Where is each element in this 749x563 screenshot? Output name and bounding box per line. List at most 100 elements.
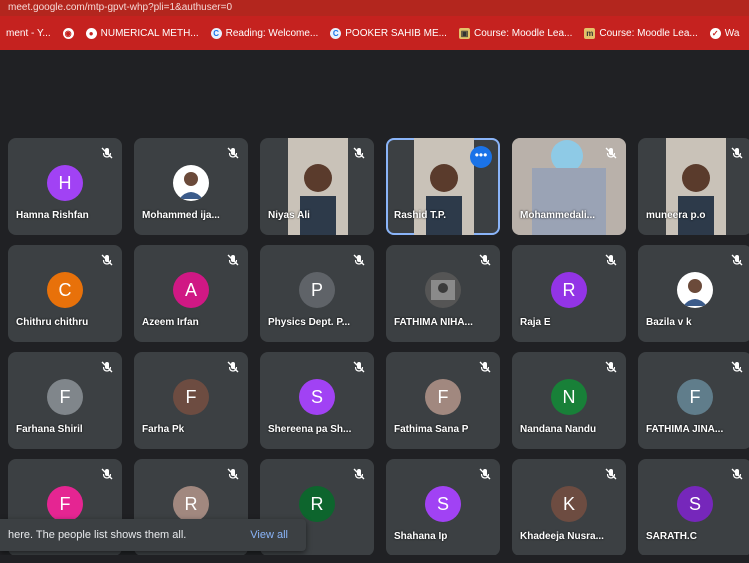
- participant-photo: [677, 271, 713, 308]
- participant-tile[interactable]: A Azeem Irfan: [134, 245, 248, 342]
- participant-tile[interactable]: Bazila v k: [638, 245, 749, 342]
- bookmark-label: Course: Moodle Lea...: [599, 27, 698, 39]
- participant-tile[interactable]: R Raja E: [512, 245, 626, 342]
- bookmark-item[interactable]: ◉: [62, 27, 74, 39]
- address-bar[interactable]: meet.google.com/mtp-gpvt-whp?pli=1&authu…: [0, 0, 749, 16]
- avatar-initial: S: [310, 386, 323, 407]
- mic-off-icon: [352, 146, 366, 160]
- participant-tile[interactable]: S SARATH.C: [638, 459, 749, 556]
- participant-name: Azeem Irfan: [142, 317, 199, 328]
- participant-tile[interactable]: F FATHIMA JINA...: [638, 352, 749, 449]
- c-icon: C: [330, 27, 342, 39]
- participant-avatar: C: [47, 271, 83, 308]
- moodle-icon: ▣: [458, 27, 470, 39]
- mic-off-icon: [730, 360, 744, 374]
- participant-avatar: K: [551, 485, 587, 522]
- avatar-initial: R: [310, 493, 324, 514]
- participant-name: Shereena pa Sh...: [268, 424, 352, 435]
- participant-photo: [425, 271, 461, 308]
- mic-off-icon: [478, 467, 492, 481]
- mic-off-icon: [100, 146, 114, 160]
- bookmark-item[interactable]: ▣ Course: Moodle Lea...: [458, 27, 573, 39]
- globe-icon: ◉: [62, 27, 74, 39]
- participant-avatar: F: [173, 378, 209, 415]
- site-icon: ●: [85, 27, 97, 39]
- participant-tile[interactable]: N Nandana Nandu: [512, 352, 626, 449]
- meeting-top-area: [0, 50, 749, 136]
- participant-avatar: F: [47, 485, 83, 522]
- avatar-initial: F: [437, 386, 449, 407]
- participant-tile[interactable]: C Chithru chithru: [8, 245, 122, 342]
- bookmark-label: NUMERICAL METH...: [100, 27, 199, 39]
- mic-off-icon: [604, 253, 618, 267]
- bookmark-item[interactable]: ment - Y...: [6, 28, 51, 39]
- mic-off-icon: [226, 253, 240, 267]
- bookmark-item[interactable]: ✓ Wa: [709, 27, 740, 39]
- mic-off-icon: [352, 467, 366, 481]
- participant-tile[interactable]: FATHIMA NIHA...: [386, 245, 500, 342]
- bookmark-item[interactable]: m Course: Moodle Lea...: [584, 27, 698, 39]
- bookmark-label: Wa: [724, 27, 740, 39]
- mic-off-icon: [352, 360, 366, 374]
- participant-avatar: F: [677, 378, 713, 415]
- participant-tile[interactable]: S Shereena pa Sh...: [260, 352, 374, 449]
- participant-tile[interactable]: F Fathima Sana P: [386, 352, 500, 449]
- participant-photo: [173, 164, 209, 201]
- participant-tile[interactable]: F Farhana Shiril: [8, 352, 122, 449]
- avatar-initial: K: [562, 493, 575, 514]
- participant-name: Niyas Ali: [268, 210, 310, 221]
- moodle-icon: m: [584, 27, 596, 39]
- bookmark-item[interactable]: C POOKER SAHIB ME...: [330, 27, 447, 39]
- avatar-initial: R: [184, 493, 198, 514]
- people-list-toast: here. The people list shows them all. Vi…: [0, 519, 306, 551]
- bookmark-label: Course: Moodle Lea...: [473, 27, 573, 39]
- mic-off-icon: [604, 467, 618, 481]
- participant-tile[interactable]: K Khadeeja Nusra...: [512, 459, 626, 556]
- participant-avatar: F: [47, 378, 83, 415]
- mic-off-icon: [100, 253, 114, 267]
- participant-name: FATHIMA JINA...: [646, 424, 724, 435]
- more-options-icon[interactable]: •••: [470, 146, 492, 168]
- participant-name: FATHIMA NIHA...: [394, 317, 473, 328]
- avatar-initial: P: [310, 279, 323, 300]
- participant-name: Chithru chithru: [16, 317, 89, 328]
- mic-off-icon: [604, 360, 618, 374]
- participant-tile[interactable]: Mohammed ija...: [134, 138, 248, 235]
- participant-name: Physics Dept. P...: [268, 317, 351, 328]
- bookmark-icon: ✓: [709, 27, 721, 39]
- avatar-initial: F: [689, 386, 701, 407]
- participant-tile[interactable]: S Shahana Ip: [386, 459, 500, 556]
- view-all-button[interactable]: View all: [250, 529, 306, 541]
- avatar-initial: C: [58, 279, 72, 300]
- participant-name: SARATH.C: [646, 531, 697, 542]
- participant-grid: H Hamna Rishfan Mohammed ija... Niyas Ali ••…: [8, 138, 749, 558]
- participant-tile[interactable]: Niyas Ali: [260, 138, 374, 235]
- participant-avatar: S: [425, 485, 461, 522]
- avatar-initial: S: [688, 493, 701, 514]
- participant-avatar: R: [173, 485, 209, 522]
- participant-avatar: A: [173, 271, 209, 308]
- participant-tile[interactable]: Mohammedali...: [512, 138, 626, 235]
- bookmark-item[interactable]: ● NUMERICAL METH...: [85, 27, 199, 39]
- participant-tile[interactable]: P Physics Dept. P...: [260, 245, 374, 342]
- participant-name: muneera p.o: [646, 210, 706, 221]
- participant-tile[interactable]: muneera p.o: [638, 138, 749, 235]
- mic-off-icon: [730, 146, 744, 160]
- mic-off-icon: [352, 253, 366, 267]
- participant-name: Bazila v k: [646, 317, 692, 328]
- toast-message: here. The people list shows them all.: [8, 529, 187, 541]
- participant-name: Mohammed ija...: [142, 210, 220, 221]
- participant-tile[interactable]: F Farha Pk: [134, 352, 248, 449]
- mic-off-icon: [478, 360, 492, 374]
- mic-off-icon: [604, 146, 618, 160]
- mic-off-icon: [226, 467, 240, 481]
- bookmark-label: ment - Y...: [6, 27, 51, 39]
- participant-name: Farha Pk: [142, 424, 185, 435]
- mic-off-icon: [730, 467, 744, 481]
- participant-avatar: F: [425, 378, 461, 415]
- mic-off-icon: [730, 253, 744, 267]
- bookmark-item[interactable]: C Reading: Welcome...: [210, 27, 318, 39]
- participant-name: Nandana Nandu: [520, 424, 597, 435]
- participant-tile[interactable]: H Hamna Rishfan: [8, 138, 122, 235]
- participant-tile[interactable]: ••• Rashid T.P.: [386, 138, 500, 235]
